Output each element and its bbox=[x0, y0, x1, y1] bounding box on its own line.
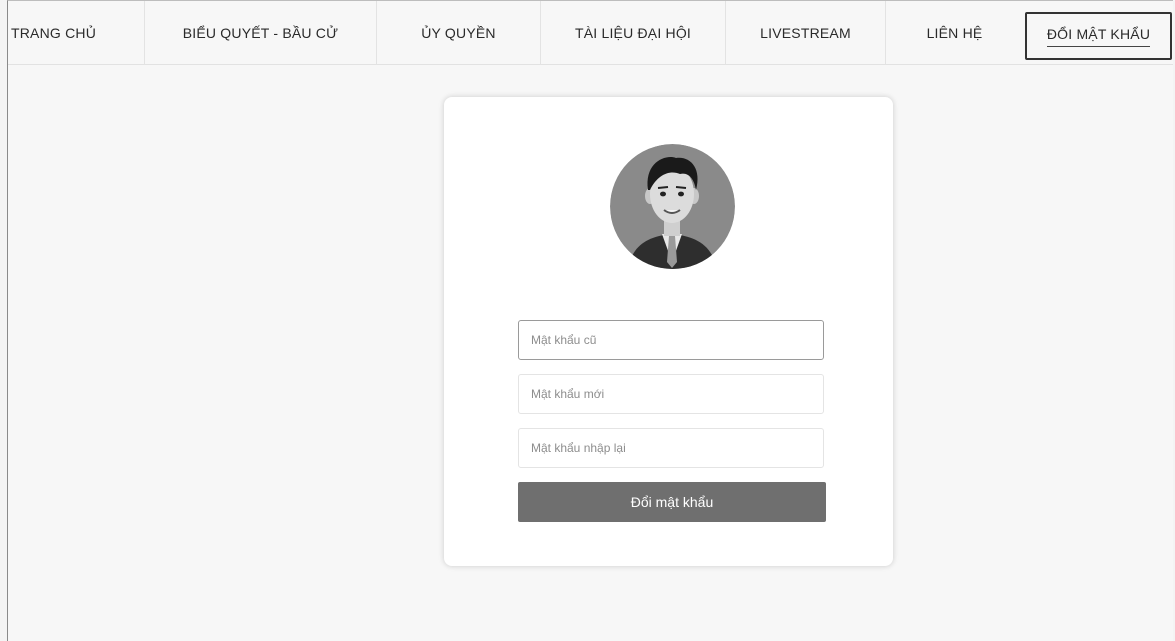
nav-item-label: ỦY QUYỀN bbox=[421, 25, 496, 41]
old-password-input[interactable] bbox=[518, 320, 824, 360]
nav-item-vote-election[interactable]: BIỂU QUYẾT - BẦU CỬ bbox=[145, 1, 377, 65]
nav-item-label: TRANG CHỦ bbox=[11, 25, 97, 41]
nav-item-label: ĐỔI MẬT KHẨU bbox=[1046, 26, 1151, 47]
nav-item-contact[interactable]: LIÊN HỆ bbox=[886, 1, 1023, 65]
nav-item-change-password[interactable]: ĐỔI MẬT KHẨU bbox=[1025, 12, 1172, 60]
nav-item-documents[interactable]: TÀI LIỆU ĐẠI HỘI bbox=[541, 1, 726, 65]
top-navbar: TRANG CHỦ BIỂU QUYẾT - BẦU CỬ ỦY QUYỀN T… bbox=[8, 1, 1173, 65]
nav-item-label: TÀI LIỆU ĐẠI HỘI bbox=[575, 25, 691, 41]
confirm-password-input[interactable] bbox=[518, 428, 824, 468]
nav-item-label: BIỂU QUYẾT - BẦU CỬ bbox=[182, 25, 339, 41]
change-password-card: Đổi mật khẩu bbox=[444, 97, 893, 566]
nav-item-label: LIVESTREAM bbox=[760, 25, 851, 41]
nav-item-authorization[interactable]: ỦY QUYỀN bbox=[377, 1, 541, 65]
nav-item-home[interactable]: TRANG CHỦ bbox=[8, 1, 145, 65]
user-avatar-icon bbox=[610, 144, 735, 269]
nav-item-label: LIÊN HỆ bbox=[926, 25, 983, 41]
change-password-button[interactable]: Đổi mật khẩu bbox=[518, 482, 826, 522]
new-password-input[interactable] bbox=[518, 374, 824, 414]
nav-item-livestream[interactable]: LIVESTREAM bbox=[726, 1, 886, 65]
